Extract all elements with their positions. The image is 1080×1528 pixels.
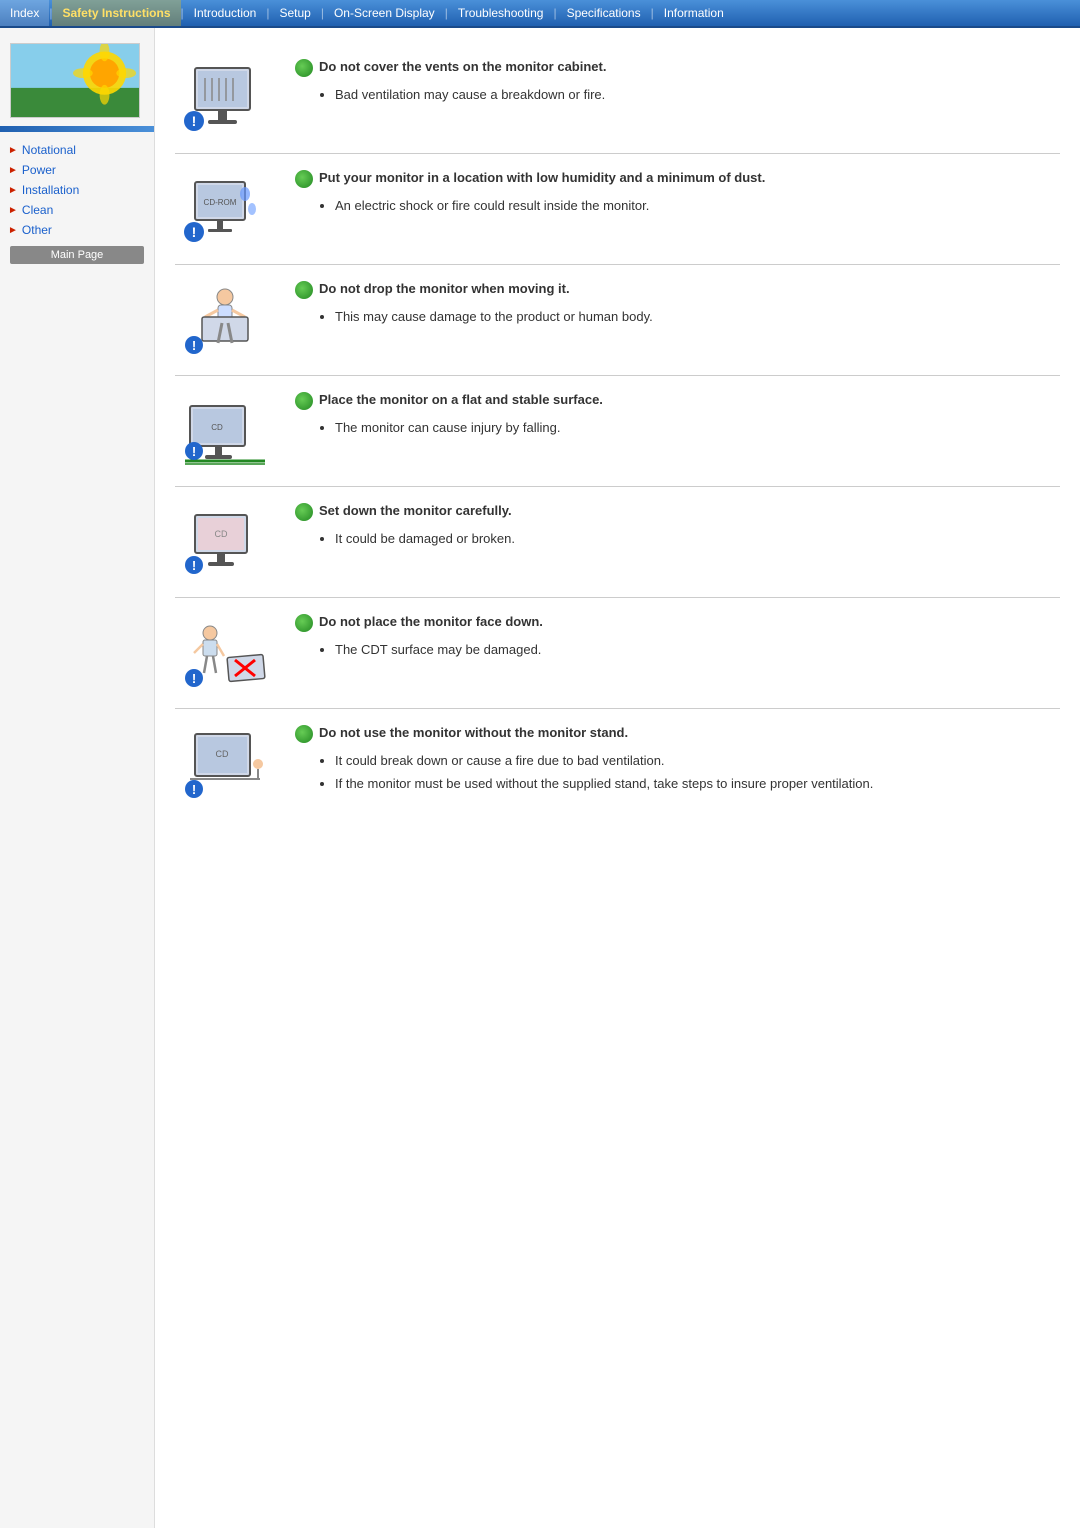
- safety-green-icon-2: [295, 170, 313, 188]
- safety-illustration-3: !: [175, 280, 275, 360]
- safety-bullet-item: The monitor can cause injury by falling.: [335, 418, 1060, 438]
- safety-bullet-item: This may cause damage to the product or …: [335, 307, 1060, 327]
- sidebar-item-power[interactable]: ►Power: [0, 160, 154, 180]
- svg-text:!: !: [192, 113, 197, 129]
- sidebar-item-installation[interactable]: ►Installation: [0, 180, 154, 200]
- safety-item-2: CD-ROM ! Put your monitor in a location …: [175, 154, 1060, 265]
- safety-illustration-7: CD !: [175, 724, 275, 804]
- nav-item-specifications[interactable]: Specifications: [557, 0, 651, 26]
- sidebar-item-notational[interactable]: ►Notational: [0, 140, 154, 160]
- safety-item-7: CD ! Do not use the monitor without the …: [175, 709, 1060, 819]
- safety-bullets-5: It could be damaged or broken.: [295, 529, 1060, 549]
- safety-bullet-item: It could break down or cause a fire due …: [335, 751, 1060, 771]
- sidebar-arrow-icon: ►: [8, 185, 18, 196]
- safety-bullets-3: This may cause damage to the product or …: [295, 307, 1060, 327]
- safety-bullet-item: If the monitor must be used without the …: [335, 774, 1060, 794]
- safety-item-1: ! Do not cover the vents on the monitor …: [175, 43, 1060, 154]
- svg-text:CD: CD: [211, 423, 223, 432]
- sidebar-title: [0, 126, 154, 132]
- sidebar-arrow-icon: ►: [8, 165, 18, 176]
- nav-item-on-screen-display[interactable]: On-Screen Display: [324, 0, 445, 26]
- safety-text-3: Do not drop the monitor when moving it. T…: [295, 280, 1060, 330]
- safety-text-6: Do not place the monitor face down. The C…: [295, 613, 1060, 663]
- safety-bullet-item: An electric shock or fire could result i…: [335, 196, 1060, 216]
- safety-heading-text-1: Do not cover the vents on the monitor ca…: [319, 58, 606, 76]
- safety-item-3: ! Do not drop the monitor when moving it…: [175, 265, 1060, 376]
- safety-green-icon-5: [295, 503, 313, 521]
- nav-item-index[interactable]: Index: [0, 0, 49, 26]
- safety-bullets-7: It could break down or cause a fire due …: [295, 751, 1060, 793]
- sidebar-arrow-icon: ►: [8, 225, 18, 236]
- svg-text:!: !: [192, 444, 196, 459]
- safety-bullets-1: Bad ventilation may cause a breakdown or…: [295, 85, 1060, 105]
- svg-text:CD: CD: [216, 749, 229, 759]
- safety-text-1: Do not cover the vents on the monitor ca…: [295, 58, 1060, 108]
- nav-item-setup[interactable]: Setup: [269, 0, 320, 26]
- safety-heading-text-6: Do not place the monitor face down.: [319, 613, 543, 631]
- safety-item-5: CD ! Set down the monitor carefully. It c…: [175, 487, 1060, 598]
- safety-heading-1: Do not cover the vents on the monitor ca…: [295, 58, 1060, 77]
- safety-green-icon-4: [295, 392, 313, 410]
- safety-illustration-4: CD !: [175, 391, 275, 471]
- svg-text:!: !: [192, 671, 196, 686]
- safety-item-4: CD ! Place the monitor on a flat and sta…: [175, 376, 1060, 487]
- nav-item-information[interactable]: Information: [654, 0, 734, 26]
- nav-item-troubleshooting[interactable]: Troubleshooting: [448, 0, 554, 26]
- safety-bullets-4: The monitor can cause injury by falling.: [295, 418, 1060, 438]
- safety-heading-text-4: Place the monitor on a flat and stable s…: [319, 391, 603, 409]
- nav-item-safety-instructions[interactable]: Safety Instructions: [52, 0, 180, 26]
- safety-illustration-1: !: [175, 58, 275, 138]
- sidebar-arrow-icon: ►: [8, 205, 18, 216]
- safety-item-6: ! Do not place the monitor face down. The…: [175, 598, 1060, 709]
- safety-heading-3: Do not drop the monitor when moving it.: [295, 280, 1060, 299]
- safety-text-2: Put your monitor in a location with low …: [295, 169, 1060, 219]
- svg-text:!: !: [192, 338, 196, 353]
- main-content: ! Do not cover the vents on the monitor …: [155, 28, 1080, 1528]
- safety-green-icon-7: [295, 725, 313, 743]
- safety-heading-text-7: Do not use the monitor without the monit…: [319, 724, 628, 742]
- sidebar: ►Notational►Power►Installation►Clean►Oth…: [0, 28, 155, 1528]
- sidebar-arrow-icon: ►: [8, 145, 18, 156]
- safety-green-icon-1: [295, 59, 313, 77]
- safety-heading-5: Set down the monitor carefully.: [295, 502, 1060, 521]
- sidebar-item-clean[interactable]: ►Clean: [0, 200, 154, 220]
- safety-text-5: Set down the monitor carefully. It could …: [295, 502, 1060, 552]
- sidebar-main-page-button[interactable]: Main Page: [10, 246, 144, 264]
- safety-text-7: Do not use the monitor without the monit…: [295, 724, 1060, 796]
- safety-illustration-2: CD-ROM !: [175, 169, 275, 249]
- nav-bar: Index|Safety Instructions|Introduction|S…: [0, 0, 1080, 28]
- svg-text:CD-ROM: CD-ROM: [204, 198, 237, 207]
- safety-heading-2: Put your monitor in a location with low …: [295, 169, 1060, 188]
- main-layout: ►Notational►Power►Installation►Clean►Oth…: [0, 28, 1080, 1528]
- safety-heading-text-2: Put your monitor in a location with low …: [319, 169, 765, 187]
- safety-text-4: Place the monitor on a flat and stable s…: [295, 391, 1060, 441]
- safety-heading-6: Do not place the monitor face down.: [295, 613, 1060, 632]
- safety-heading-text-3: Do not drop the monitor when moving it.: [319, 280, 570, 298]
- safety-bullet-item: The CDT surface may be damaged.: [335, 640, 1060, 660]
- svg-text:!: !: [192, 782, 196, 797]
- safety-illustration-5: CD !: [175, 502, 275, 582]
- safety-green-icon-6: [295, 614, 313, 632]
- svg-text:!: !: [192, 224, 197, 240]
- safety-bullets-6: The CDT surface may be damaged.: [295, 640, 1060, 660]
- svg-text:CD: CD: [215, 529, 228, 539]
- safety-heading-4: Place the monitor on a flat and stable s…: [295, 391, 1060, 410]
- safety-bullet-item: Bad ventilation may cause a breakdown or…: [335, 85, 1060, 105]
- safety-bullet-item: It could be damaged or broken.: [335, 529, 1060, 549]
- safety-bullets-2: An electric shock or fire could result i…: [295, 196, 1060, 216]
- svg-text:!: !: [192, 558, 196, 573]
- nav-item-introduction[interactable]: Introduction: [184, 0, 267, 26]
- safety-heading-7: Do not use the monitor without the monit…: [295, 724, 1060, 743]
- sidebar-item-other[interactable]: ►Other: [0, 220, 154, 240]
- sidebar-hero-image: [10, 43, 140, 118]
- safety-illustration-6: !: [175, 613, 275, 693]
- safety-heading-text-5: Set down the monitor carefully.: [319, 502, 512, 520]
- safety-green-icon-3: [295, 281, 313, 299]
